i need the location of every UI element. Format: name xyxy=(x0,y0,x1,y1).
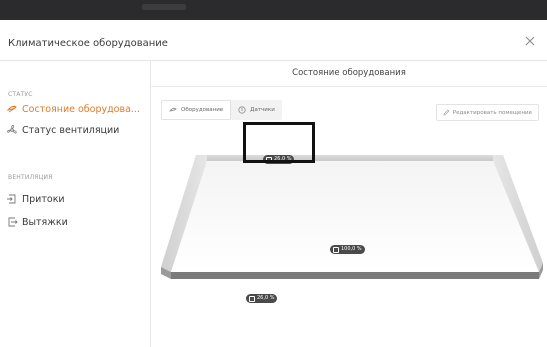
sidebar: СТАТУС Состояние оборудова... Статус вен… xyxy=(0,61,151,347)
fan-outline-icon xyxy=(7,125,17,134)
fan-icon xyxy=(6,105,17,113)
inflow-icon xyxy=(7,194,16,204)
sidebar-section-ventilation: ВЕНТИЛЯЦИЯ xyxy=(8,174,53,181)
close-icon[interactable] xyxy=(523,34,537,48)
tab-equipment[interactable]: Оборудование xyxy=(161,100,232,120)
main-panel: Состояние оборудования Оборудование Датч… xyxy=(151,61,547,347)
edit-room-label: Редактировать помещение xyxy=(452,109,532,116)
window-caption-placeholder xyxy=(142,4,186,10)
page-title: Состояние оборудования xyxy=(151,61,547,87)
room-model xyxy=(161,155,543,279)
window-top-bar xyxy=(0,0,547,20)
sidebar-item-label: Статус вентиляции xyxy=(22,124,120,136)
fan-icon xyxy=(169,107,177,112)
sidebar-item-label: Вытяжки xyxy=(22,216,68,228)
sidebar-item-label: Состояние оборудова... xyxy=(22,103,140,115)
inflow-icon xyxy=(249,295,255,302)
tab-label: Оборудование xyxy=(181,107,224,113)
sidebar-section-status: СТАТУС xyxy=(8,91,33,98)
sidebar-item-exhausts[interactable]: Вытяжки xyxy=(6,214,148,230)
focus-highlight-box xyxy=(243,122,315,163)
sidebar-item-label: Притоки xyxy=(22,193,65,205)
tab-sensors[interactable]: Датчики xyxy=(231,100,282,120)
room-3d-view[interactable]: 26,0 % 100,0 % 26,0 % xyxy=(151,146,547,303)
badge-value: 26,0 % xyxy=(257,295,275,301)
exhaust-icon xyxy=(333,246,339,253)
exhaust-icon xyxy=(8,217,18,227)
exhaust-badge-center[interactable]: 100,0 % xyxy=(330,245,365,254)
view-tabs: Оборудование Датчики xyxy=(161,100,282,120)
climate-equipment-dialog: Климатическое оборудование СТАТУС Состоя… xyxy=(0,20,547,347)
edit-room-button[interactable]: Редактировать помещение xyxy=(435,104,539,121)
tab-label: Датчики xyxy=(250,107,275,113)
sidebar-item-inflows[interactable]: Притоки xyxy=(6,191,148,207)
sidebar-item-equipment-state[interactable]: Состояние оборудова... xyxy=(6,101,148,117)
pencil-icon xyxy=(443,109,450,116)
badge-value: 100,0 % xyxy=(341,246,362,252)
sidebar-item-ventilation-status[interactable]: Статус вентиляции xyxy=(6,122,148,138)
sensor-icon xyxy=(238,106,246,114)
inflow-badge-bottom[interactable]: 26,0 % xyxy=(246,294,278,303)
dialog-title: Климатическое оборудование xyxy=(8,38,168,49)
